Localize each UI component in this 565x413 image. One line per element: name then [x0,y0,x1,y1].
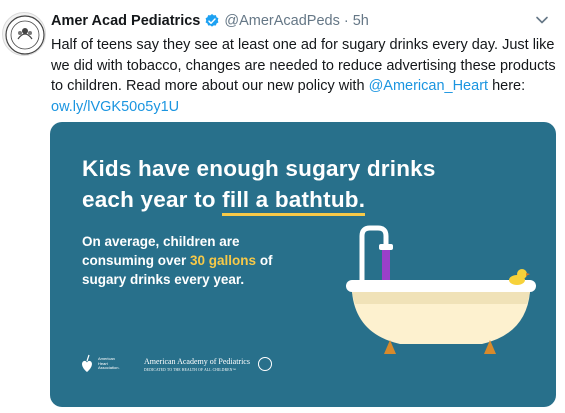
aap-seal-avatar-icon [5,15,45,55]
aha-text-3: Association. [98,365,120,371]
headline-line2-a: each year to [82,187,223,212]
aap-name: American Academy of Pediatrics [144,356,250,366]
author-handle[interactable]: @AmerAcadPeds [224,13,339,29]
headline-highlight: fill a bathtub. [222,187,366,216]
chevron-down-icon[interactable] [533,11,551,29]
aap-seal-icon [257,357,272,371]
avatar[interactable] [2,12,46,56]
author-name[interactable]: Amer Acad Pediatrics [51,13,200,29]
tweet-text: Half of teens say they see at least one … [51,35,556,117]
tweet-header: Amer Acad Pediatrics @AmerAcadPeds · 5h [51,11,551,31]
media-card[interactable]: Kids have enough sugary drinks each year… [50,122,556,407]
mention-link[interactable]: @American_Heart [369,78,488,94]
card-headline: Kids have enough sugary drinks each year… [82,153,482,216]
aap-tagline: DEDICATED TO THE HEALTH OF ALL CHILDREN™ [144,367,237,372]
bathtub-illustration [346,225,536,354]
card-body: On average, children are consuming over … [82,232,302,289]
tweet-text-part2: here: [488,78,526,94]
timestamp[interactable]: 5h [353,13,369,29]
separator: · [343,13,349,29]
headline-line1: Kids have enough sugary drinks [82,156,436,181]
body-highlight: 30 gallons [190,253,257,268]
headline-line2: each year to fill a bathtub. [82,184,482,216]
heart-torch-logo-icon [82,354,92,372]
short-link[interactable]: ow.ly/lVGK50o5y1U [51,99,179,115]
aha-wordmark: American Heart Association. [98,357,126,371]
card-logos: American Heart Association. American Aca… [80,349,280,379]
verified-badge-icon [204,13,220,29]
aap-wordmark: American Academy of Pediatrics DEDICATED… [144,357,250,372]
